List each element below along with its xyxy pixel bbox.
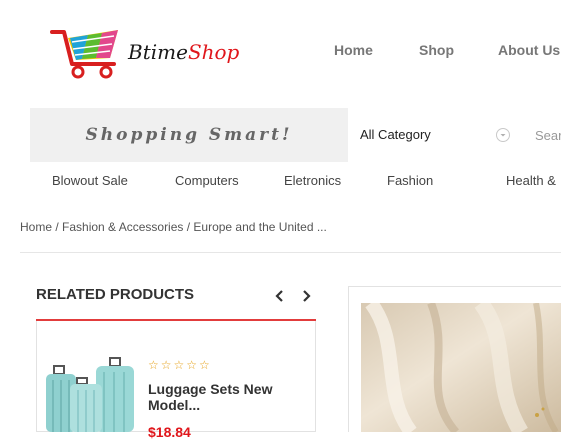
chevron-right-icon[interactable] (298, 287, 314, 305)
breadcrumb[interactable]: Home / Fashion & Accessories / Europe an… (20, 220, 327, 234)
product-price: $18.84 (148, 424, 191, 440)
divider (20, 252, 561, 253)
slogan: Shopping Smart! (85, 125, 293, 145)
related-products-title: RELATED PRODUCTS (36, 286, 195, 303)
category-electronics[interactable]: Eletronics (284, 173, 341, 188)
category-fashion[interactable]: Fashion (387, 173, 433, 188)
category-select-value: All Category (360, 127, 431, 142)
chevron-down-icon[interactable] (496, 128, 510, 142)
nav-shop[interactable]: Shop (419, 42, 454, 58)
product-image[interactable] (44, 356, 136, 432)
category-computers[interactable]: Computers (175, 173, 239, 188)
nav-about-us[interactable]: About Us (498, 42, 560, 58)
search-input[interactable] (518, 108, 561, 162)
shopping-cart-logo-icon (50, 30, 118, 79)
nav-home[interactable]: Home (334, 42, 373, 58)
category-blowout-sale[interactable]: Blowout Sale (52, 173, 128, 188)
logo-text: BtimeShop (128, 40, 240, 64)
rating-stars: ☆☆☆☆☆ (148, 358, 212, 372)
chevron-left-icon[interactable] (272, 287, 288, 305)
main-product-image[interactable] (361, 298, 561, 437)
category-health[interactable]: Health & (506, 173, 556, 188)
product-name[interactable]: Luggage Sets New Model... (148, 381, 298, 413)
